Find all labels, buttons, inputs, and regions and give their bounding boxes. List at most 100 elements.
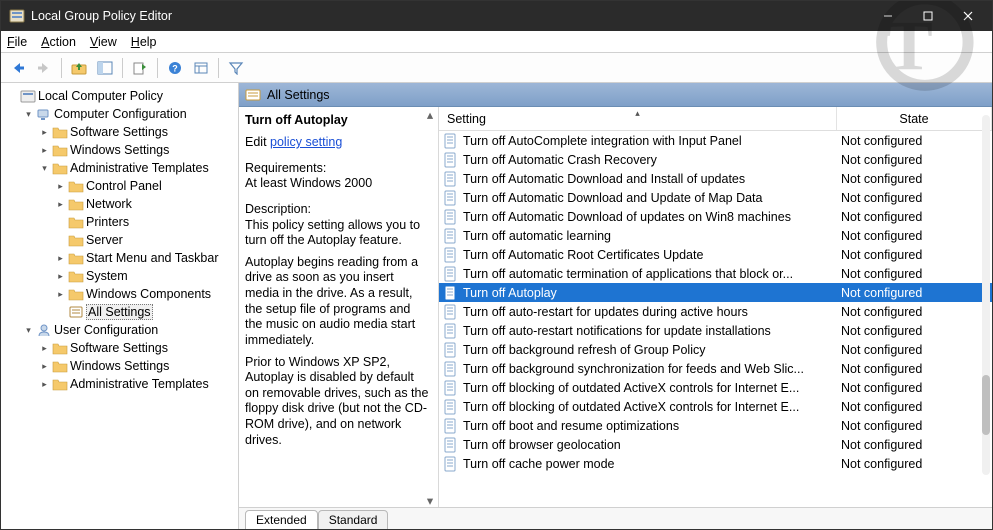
scroll-down-icon[interactable]: ▾ (423, 493, 437, 507)
setting-label: Turn off blocking of outdated ActiveX co… (463, 400, 837, 414)
list-item[interactable]: Turn off Automatic Download and Install … (439, 169, 992, 188)
list-item[interactable]: Turn off Automatic Root Certificates Upd… (439, 245, 992, 264)
settings-list[interactable]: Setting ▴ State Turn off AutoComplete in… (439, 107, 992, 507)
policy-icon (443, 209, 459, 225)
outer-scrollbar-thumb[interactable] (982, 375, 990, 435)
setting-state: Not configured (837, 248, 992, 262)
list-item[interactable]: Turn off background synchronization for … (439, 359, 992, 378)
column-setting[interactable]: Setting ▴ (439, 107, 837, 130)
tree-windows-components[interactable]: ▸Windows Components (53, 285, 236, 303)
collapse-icon[interactable]: ▾ (23, 325, 34, 336)
scroll-up-icon[interactable]: ▴ (423, 107, 437, 121)
list-item[interactable]: Turn off automatic learningNot configure… (439, 226, 992, 245)
expand-icon[interactable]: ▸ (39, 379, 50, 390)
tab-standard[interactable]: Standard (318, 510, 389, 530)
expand-icon[interactable]: ▸ (55, 271, 66, 282)
properties-button[interactable] (190, 57, 212, 79)
policy-icon (443, 247, 459, 263)
description-scrollbar[interactable]: ▴ ▾ (422, 107, 438, 507)
tree-computer-configuration[interactable]: ▾ Computer Configuration (21, 105, 236, 123)
content-header: All Settings (239, 83, 992, 107)
tree-user-windows-settings[interactable]: ▸Windows Settings (37, 357, 236, 375)
policy-icon (443, 228, 459, 244)
setting-state: Not configured (837, 210, 992, 224)
policy-icon (443, 418, 459, 434)
svg-text:?: ? (172, 63, 178, 73)
list-item[interactable]: Turn off AutoComplete integration with I… (439, 131, 992, 150)
tree-control-panel[interactable]: ▸Control Panel (53, 177, 236, 195)
menu-view[interactable]: View (90, 35, 117, 49)
tree-network[interactable]: ▸Network (53, 195, 236, 213)
tree-system[interactable]: ▸System (53, 267, 236, 285)
setting-state: Not configured (837, 419, 992, 433)
collapse-icon[interactable]: ▾ (23, 109, 34, 120)
list-item[interactable]: Turn off blocking of outdated ActiveX co… (439, 378, 992, 397)
setting-state: Not configured (837, 229, 992, 243)
tree-printers[interactable]: Printers (53, 213, 236, 231)
menu-file[interactable]: File (7, 35, 27, 49)
list-item[interactable]: Turn off blocking of outdated ActiveX co… (439, 397, 992, 416)
export-list-button[interactable] (129, 57, 151, 79)
expand-icon[interactable]: ▸ (55, 181, 66, 192)
setting-label: Turn off auto-restart notifications for … (463, 324, 837, 338)
policy-icon (443, 437, 459, 453)
back-button[interactable] (7, 57, 29, 79)
list-item[interactable]: Turn off browser geolocationNot configur… (439, 435, 992, 454)
help-button[interactable]: ? (164, 57, 186, 79)
filter-button[interactable] (225, 57, 247, 79)
tree-windows-settings[interactable]: ▸Windows Settings (37, 141, 236, 159)
app-icon (9, 8, 25, 24)
policy-icon (443, 399, 459, 415)
edit-policy-link[interactable]: policy setting (270, 135, 342, 149)
expand-icon[interactable]: ▸ (39, 361, 50, 372)
expand-icon[interactable]: ▸ (55, 199, 66, 210)
up-folder-button[interactable] (68, 57, 90, 79)
tree-administrative-templates[interactable]: ▾Administrative Templates (37, 159, 236, 177)
policy-icon (443, 190, 459, 206)
list-item[interactable]: Turn off Automatic Crash RecoveryNot con… (439, 150, 992, 169)
list-item[interactable]: Turn off boot and resume optimizationsNo… (439, 416, 992, 435)
tree-all-settings[interactable]: All Settings (53, 303, 236, 321)
tree-root[interactable]: Local Computer Policy (5, 87, 236, 105)
expand-icon[interactable]: ▸ (39, 145, 50, 156)
tree-pane[interactable]: Local Computer Policy ▾ Computer Configu… (1, 83, 239, 529)
close-button[interactable] (948, 1, 988, 31)
list-item[interactable]: Turn off Automatic Download of updates o… (439, 207, 992, 226)
list-item[interactable]: Turn off cache power modeNot configured (439, 454, 992, 473)
policy-icon (443, 266, 459, 282)
setting-state: Not configured (837, 153, 992, 167)
list-item[interactable]: Turn off AutoplayNot configured (439, 283, 992, 302)
list-item[interactable]: Turn off background refresh of Group Pol… (439, 340, 992, 359)
expand-icon[interactable]: ▸ (55, 253, 66, 264)
tree-user-administrative-templates[interactable]: ▸Administrative Templates (37, 375, 236, 393)
setting-state: Not configured (837, 381, 992, 395)
list-item[interactable]: Turn off automatic termination of applic… (439, 264, 992, 283)
tree-software-settings[interactable]: ▸Software Settings (37, 123, 236, 141)
list-item[interactable]: Turn off Automatic Download and Update o… (439, 188, 992, 207)
column-state[interactable]: State (837, 107, 992, 130)
tree-start-taskbar[interactable]: ▸Start Menu and Taskbar (53, 249, 236, 267)
expand-icon[interactable]: ▸ (39, 127, 50, 138)
menu-help[interactable]: Help (131, 35, 157, 49)
list-item[interactable]: Turn off auto-restart for updates during… (439, 302, 992, 321)
menu-action[interactable]: Action (41, 35, 76, 49)
setting-label: Turn off Automatic Crash Recovery (463, 153, 837, 167)
policy-icon (443, 342, 459, 358)
policy-icon (443, 304, 459, 320)
tab-extended[interactable]: Extended (245, 510, 318, 530)
setting-state: Not configured (837, 191, 992, 205)
list-item[interactable]: Turn off auto-restart notifications for … (439, 321, 992, 340)
setting-state: Not configured (837, 324, 992, 338)
expand-icon[interactable]: ▸ (39, 343, 50, 354)
tree-user-software-settings[interactable]: ▸Software Settings (37, 339, 236, 357)
forward-button[interactable] (33, 57, 55, 79)
collapse-icon[interactable]: ▾ (39, 163, 50, 174)
tree-server[interactable]: Server (53, 231, 236, 249)
right-pane: All Settings Turn off Autoplay Edit poli… (239, 83, 992, 529)
expand-icon[interactable]: ▸ (55, 289, 66, 300)
tree-user-configuration[interactable]: ▾User Configuration (21, 321, 236, 339)
show-hide-tree-button[interactable] (94, 57, 116, 79)
maximize-button[interactable] (908, 1, 948, 31)
list-header: Setting ▴ State (439, 107, 992, 131)
minimize-button[interactable] (868, 1, 908, 31)
